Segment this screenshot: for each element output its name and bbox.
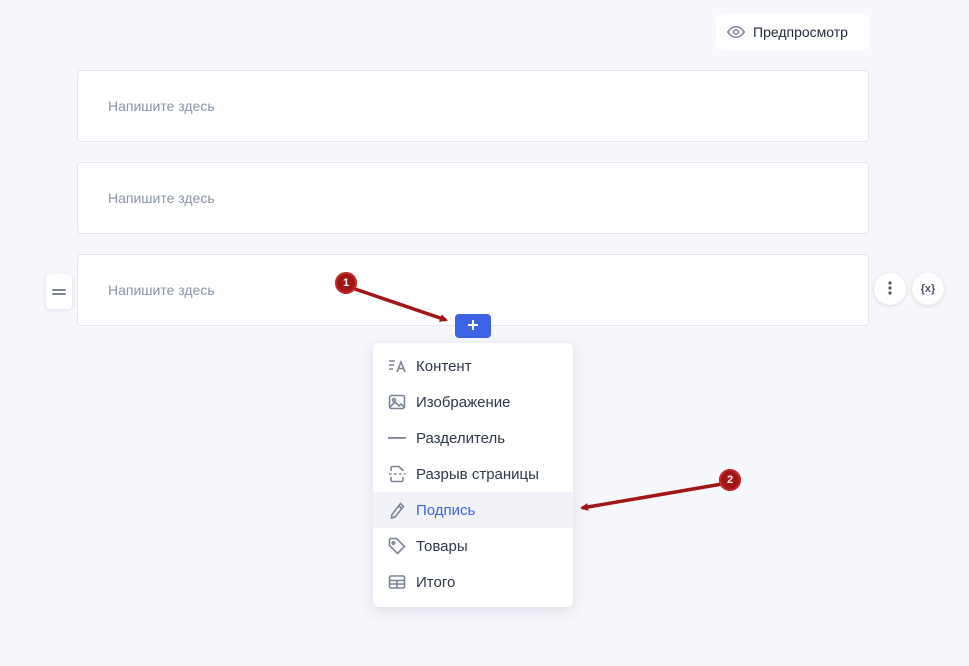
block-placeholder: Напишите здесь: [108, 98, 215, 114]
block-placeholder: Напишите здесь: [108, 190, 215, 206]
preview-label: Предпросмотр: [753, 24, 848, 40]
menu-item-content[interactable]: Контент: [373, 348, 573, 384]
preview-button[interactable]: Предпросмотр: [716, 14, 869, 50]
insert-block-menu: Контент Изображение Разделитель Разрыв с…: [373, 343, 573, 607]
menu-item-label: Итого: [416, 573, 456, 591]
menu-item-image[interactable]: Изображение: [373, 384, 573, 420]
image-icon: [388, 393, 406, 411]
page-break-icon: [388, 465, 406, 483]
menu-item-label: Подпись: [416, 501, 476, 519]
annotation-marker-1: 1: [335, 272, 357, 294]
variables-label: {x}: [920, 283, 936, 295]
menu-item-divider[interactable]: Разделитель: [373, 420, 573, 456]
menu-item-signature[interactable]: Подпись: [373, 492, 573, 528]
eye-icon: [727, 23, 745, 41]
menu-item-label: Товары: [416, 537, 468, 555]
drag-handle[interactable]: [46, 274, 72, 309]
add-block-button[interactable]: [455, 314, 491, 338]
block-more-button[interactable]: [874, 273, 906, 305]
menu-item-label: Изображение: [416, 393, 511, 411]
total-table-icon: [388, 573, 406, 591]
divider-icon: [388, 429, 406, 447]
menu-item-label: Контент: [416, 357, 472, 375]
pen-icon: [388, 501, 406, 519]
menu-item-total[interactable]: Итого: [373, 564, 573, 600]
menu-item-products[interactable]: Товары: [373, 528, 573, 564]
menu-item-label: Разделитель: [416, 429, 506, 447]
text-content-icon: [388, 357, 406, 375]
block-placeholder: Напишите здесь: [108, 282, 215, 298]
text-block-2[interactable]: Напишите здесь: [77, 162, 869, 234]
plus-icon: [468, 317, 478, 335]
menu-item-page-break[interactable]: Разрыв страницы: [373, 456, 573, 492]
menu-item-label: Разрыв страницы: [416, 465, 539, 483]
more-vertical-icon: [888, 280, 892, 298]
variables-button[interactable]: {x}: [912, 273, 944, 305]
drag-handle-icon: [52, 283, 66, 301]
tag-icon: [388, 537, 406, 555]
marker-label: 1: [342, 277, 350, 289]
text-block-1[interactable]: Напишите здесь: [77, 70, 869, 142]
marker-label: 2: [726, 474, 734, 486]
annotation-arrow-2: [580, 482, 723, 511]
annotation-marker-2: 2: [719, 469, 741, 491]
